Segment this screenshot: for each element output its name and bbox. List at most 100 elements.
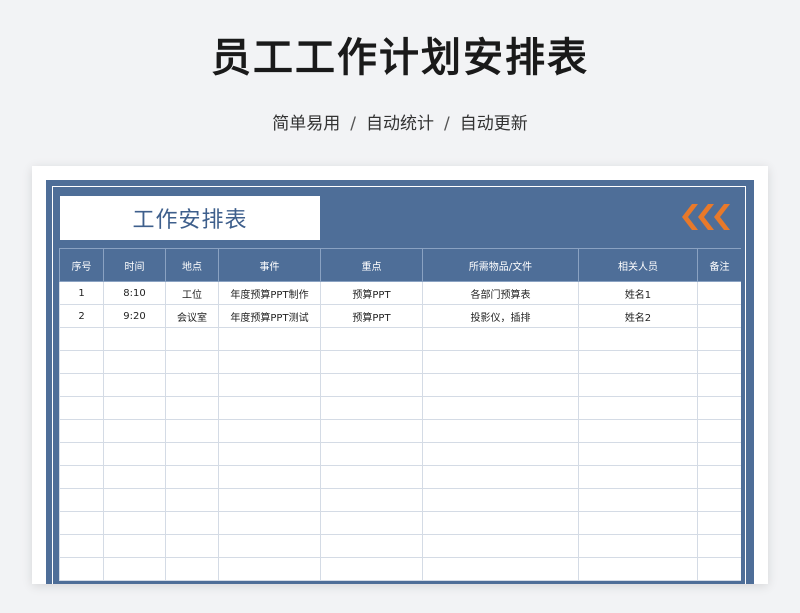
cell-time[interactable] — [103, 419, 166, 443]
column-header-location[interactable]: 地点 — [165, 248, 219, 282]
cell-event[interactable] — [218, 534, 321, 558]
cell-time[interactable] — [103, 534, 166, 558]
cell-time[interactable] — [103, 511, 166, 535]
cell-focus[interactable]: 预算PPT — [320, 304, 423, 328]
cell-index[interactable] — [59, 419, 104, 443]
cell-event[interactable]: 年度预算PPT制作 — [218, 281, 321, 305]
cell-notes[interactable] — [697, 442, 741, 466]
cell-location[interactable] — [165, 419, 219, 443]
cell-notes[interactable] — [697, 534, 741, 558]
cell-people[interactable] — [578, 419, 698, 443]
cell-notes[interactable] — [697, 373, 741, 397]
cell-time[interactable]: 9:20 — [103, 304, 166, 328]
cell-focus[interactable] — [320, 419, 423, 443]
cell-notes[interactable] — [697, 419, 741, 443]
cell-focus[interactable] — [320, 442, 423, 466]
column-header-time[interactable]: 时间 — [103, 248, 166, 282]
cell-time[interactable] — [103, 557, 166, 581]
cell-focus[interactable] — [320, 396, 423, 420]
column-header-materials[interactable]: 所需物品/文件 — [422, 248, 579, 282]
cell-materials[interactable] — [422, 511, 579, 535]
cell-event[interactable] — [218, 373, 321, 397]
cell-people[interactable] — [578, 465, 698, 489]
cell-focus[interactable] — [320, 511, 423, 535]
cell-event[interactable]: 年度预算PPT测试 — [218, 304, 321, 328]
cell-index[interactable]: 2 — [59, 304, 104, 328]
cell-people[interactable] — [578, 442, 698, 466]
cell-focus[interactable]: 预算PPT — [320, 281, 423, 305]
cell-location[interactable] — [165, 350, 219, 374]
column-header-people[interactable]: 相关人员 — [578, 248, 698, 282]
cell-location[interactable] — [165, 488, 219, 512]
cell-time[interactable] — [103, 442, 166, 466]
cell-notes[interactable] — [697, 396, 741, 420]
cell-location[interactable] — [165, 557, 219, 581]
cell-notes[interactable] — [697, 281, 741, 305]
cell-materials[interactable] — [422, 327, 579, 351]
cell-materials[interactable] — [422, 419, 579, 443]
cell-notes[interactable] — [697, 304, 741, 328]
cell-focus[interactable] — [320, 465, 423, 489]
cell-materials[interactable] — [422, 557, 579, 581]
cell-materials[interactable] — [422, 465, 579, 489]
cell-time[interactable] — [103, 488, 166, 512]
cell-location[interactable]: 工位 — [165, 281, 219, 305]
cell-focus[interactable] — [320, 350, 423, 374]
cell-focus[interactable] — [320, 557, 423, 581]
cell-event[interactable] — [218, 511, 321, 535]
cell-event[interactable] — [218, 350, 321, 374]
cell-focus[interactable] — [320, 327, 423, 351]
cell-event[interactable] — [218, 488, 321, 512]
cell-materials[interactable] — [422, 350, 579, 374]
cell-location[interactable] — [165, 373, 219, 397]
cell-people[interactable] — [578, 350, 698, 374]
cell-event[interactable] — [218, 442, 321, 466]
cell-notes[interactable] — [697, 327, 741, 351]
cell-materials[interactable] — [422, 442, 579, 466]
cell-event[interactable] — [218, 419, 321, 443]
cell-people[interactable] — [578, 534, 698, 558]
column-header-event[interactable]: 事件 — [218, 248, 321, 282]
cell-materials[interactable] — [422, 396, 579, 420]
cell-location[interactable] — [165, 534, 219, 558]
cell-index[interactable] — [59, 488, 104, 512]
cell-time[interactable] — [103, 465, 166, 489]
cell-location[interactable] — [165, 465, 219, 489]
cell-index[interactable] — [59, 534, 104, 558]
column-header-notes[interactable]: 备注 — [697, 248, 741, 282]
cell-materials[interactable] — [422, 373, 579, 397]
cell-time[interactable] — [103, 327, 166, 351]
cell-index[interactable] — [59, 373, 104, 397]
cell-time[interactable] — [103, 373, 166, 397]
column-header-focus[interactable]: 重点 — [320, 248, 423, 282]
cell-event[interactable] — [218, 465, 321, 489]
column-header-index[interactable]: 序号 — [59, 248, 104, 282]
cell-location[interactable] — [165, 327, 219, 351]
cell-index[interactable] — [59, 465, 104, 489]
cell-people[interactable] — [578, 511, 698, 535]
cell-people[interactable] — [578, 488, 698, 512]
cell-materials[interactable] — [422, 534, 579, 558]
cell-time[interactable]: 8:10 — [103, 281, 166, 305]
cell-event[interactable] — [218, 327, 321, 351]
cell-notes[interactable] — [697, 350, 741, 374]
cell-event[interactable] — [218, 396, 321, 420]
cell-notes[interactable] — [697, 488, 741, 512]
cell-index[interactable] — [59, 396, 104, 420]
cell-people[interactable] — [578, 396, 698, 420]
cell-people[interactable]: 姓名2 — [578, 304, 698, 328]
cell-people[interactable] — [578, 557, 698, 581]
cell-location[interactable]: 会议室 — [165, 304, 219, 328]
cell-time[interactable] — [103, 350, 166, 374]
cell-index[interactable] — [59, 442, 104, 466]
cell-materials[interactable]: 投影仪，插排 — [422, 304, 579, 328]
cell-time[interactable] — [103, 396, 166, 420]
cell-people[interactable] — [578, 327, 698, 351]
cell-index[interactable] — [59, 557, 104, 581]
cell-event[interactable] — [218, 557, 321, 581]
cell-focus[interactable] — [320, 488, 423, 512]
cell-people[interactable]: 姓名1 — [578, 281, 698, 305]
cell-materials[interactable]: 各部门预算表 — [422, 281, 579, 305]
cell-materials[interactable] — [422, 488, 579, 512]
cell-index[interactable] — [59, 327, 104, 351]
